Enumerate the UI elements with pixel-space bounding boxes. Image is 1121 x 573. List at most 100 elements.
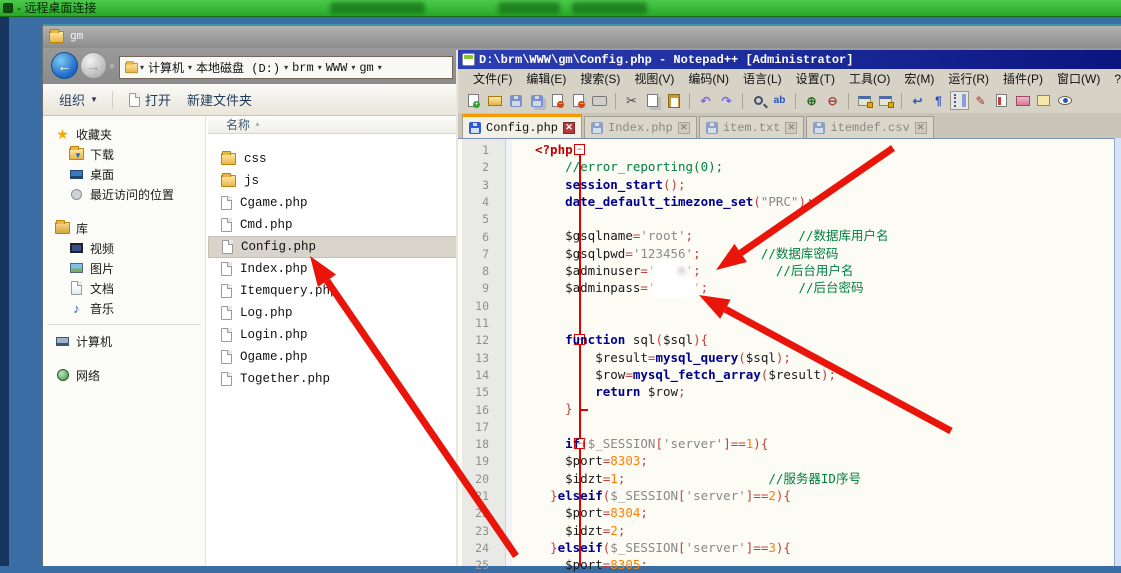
tab-label: itemdef.csv [830,121,909,135]
open-file-icon[interactable] [485,91,504,110]
new-folder-button[interactable]: 新建文件夹 [187,90,252,109]
menu-文件F[interactable]: 文件(F) [466,70,519,87]
zoom-out-icon[interactable]: ⊖ [823,91,842,110]
sidebar-item-document[interactable]: 文档 [43,278,205,298]
menu-插件P[interactable]: 插件(P) [996,70,1050,87]
menu-视图V[interactable]: 视图(V) [627,70,681,87]
menu-编码N[interactable]: 编码(N) [681,70,736,87]
file-row[interactable]: Cgame.php [208,192,470,214]
copy-icon[interactable] [643,91,662,110]
forward-button[interactable]: → [80,52,107,79]
show-all-characters-icon[interactable]: ¶ [929,91,948,110]
breadcrumb-segment[interactable]: 本地磁盘 (D:) [193,59,283,76]
menu-语言L[interactable]: 语言(L) [736,70,789,87]
file-row[interactable]: Login.php [208,324,470,346]
file-row[interactable]: Index.php [208,258,470,280]
sync-vertical-scrolling-icon[interactable] [855,91,874,110]
tab-item-txt[interactable]: item.txt✕ [699,116,805,138]
breadcrumb-segment[interactable]: WWW [323,61,351,75]
sidebar-item-music[interactable]: ♪音乐 [43,298,205,318]
document-map-icon[interactable] [992,91,1011,110]
sidebar-item-network[interactable]: 网络 [43,365,205,385]
file-row[interactable]: Config.php [208,236,470,258]
back-button[interactable]: ← [51,52,78,79]
code-line: $row=mysql_fetch_array($result); [535,366,1113,383]
file-icon [221,196,232,210]
tab-index-php[interactable]: Index.php✕ [584,116,697,138]
file-icon [221,218,232,232]
breadcrumb-separator-icon[interactable]: ▾ [377,63,383,73]
code-line: } [535,400,1113,417]
menu-工具O[interactable]: 工具(O) [842,70,897,87]
breadcrumb-segment[interactable]: 计算机 [145,59,187,76]
desktop-edge-strip [0,17,9,566]
tab-itemdef-csv[interactable]: itemdef.csv ✕ [806,116,933,138]
close-icon[interactable]: ✕ [785,122,797,134]
tab-config-php[interactable]: Config.php✕ [462,114,582,138]
function-list-icon[interactable] [1034,91,1053,110]
line-number: 19 [461,454,489,468]
cut-icon[interactable]: ✂ [622,91,641,110]
breadcrumb[interactable]: ▾计算机▾本地磁盘 (D:)▾brm▾WWW▾gm▾ [119,56,453,79]
close-icon[interactable]: ✕ [563,122,575,134]
close-icon[interactable]: − [548,91,567,110]
menu-[interactable]: ? [1107,72,1121,86]
file-row[interactable]: Cmd.php [208,214,470,236]
sidebar-item-recent[interactable]: 最近访问的位置 [43,184,205,204]
sidebar-item-star[interactable]: ★收藏夹 [43,124,205,144]
menu-编辑E[interactable]: 编辑(E) [519,70,573,87]
paste-icon[interactable] [664,91,683,110]
redo-icon[interactable]: ↷ [717,91,736,110]
menu-窗口W[interactable]: 窗口(W) [1050,70,1107,87]
recent-pages-dropdown-icon[interactable]: ▿ [110,62,114,71]
breadcrumb-segment[interactable]: gm [356,61,376,75]
new-file-icon[interactable]: + [464,91,483,110]
file-row[interactable]: css [208,148,470,170]
saved-file-icon [591,122,603,134]
npp-editor[interactable]: 1234567891011121314151617181920212223242… [458,138,1121,566]
vertical-scrollbar[interactable] [1114,138,1121,566]
menu-宏M[interactable]: 宏(M) [897,70,941,87]
file-row[interactable]: Ogame.php [208,346,470,368]
sidebar-item-computer[interactable]: 计算机 [43,331,205,351]
print-icon[interactable] [590,91,609,110]
sidebar-item-video[interactable]: 视频 [43,238,205,258]
word-wrap-icon[interactable]: ↩ [908,91,927,110]
find-icon[interactable] [749,91,768,110]
file-row[interactable]: Log.php [208,302,470,324]
toolbar-divider [112,91,113,109]
zoom-in-icon[interactable]: ⊕ [802,91,821,110]
file-row[interactable]: Itemquery.php [208,280,470,302]
sidebar-item-folder-down[interactable]: ▼下载 [43,144,205,164]
fold-margin[interactable]: −−− [512,139,534,566]
file-row[interactable]: Together.php [208,368,470,390]
document-list-icon[interactable] [1013,91,1032,110]
breadcrumb-segment[interactable]: brm [289,61,317,75]
sync-horizontal-scrolling-icon[interactable] [876,91,895,110]
toolbar-separator [848,93,849,109]
save-icon[interactable] [506,91,525,110]
show-indent-guide-icon[interactable] [950,91,969,110]
close-all-icon[interactable]: − [569,91,588,110]
menu-设置T[interactable]: 设置(T) [789,70,842,87]
menu-搜索S[interactable]: 搜索(S) [573,70,627,87]
undo-icon[interactable]: ↶ [696,91,715,110]
sidebar-item-picture[interactable]: 图片 [43,258,205,278]
file-name: Login.php [240,328,308,342]
code-line: if($_SESSION['server']==1){ [535,435,1113,452]
sidebar-item-desktop[interactable]: 桌面 [43,164,205,184]
close-icon[interactable]: ✕ [915,122,927,134]
file-row[interactable]: js [208,170,470,192]
monitoring-icon[interactable] [1055,91,1074,110]
organize-button[interactable]: 组织▼ [59,90,98,109]
save-all-icon[interactable] [527,91,546,110]
sidebar-item-library[interactable]: 库 [43,218,205,238]
user-defined-language-icon[interactable]: ✎ [971,91,990,110]
open-button[interactable]: 打开 [129,90,171,109]
line-number: 10 [461,299,489,313]
menu-运行R[interactable]: 运行(R) [941,70,996,87]
replace-icon[interactable]: ab [770,91,789,110]
code-text-area[interactable]: <?php //error_reporting(0); session_star… [535,141,1113,566]
file-icon [221,328,232,342]
close-icon[interactable]: ✕ [678,122,690,134]
